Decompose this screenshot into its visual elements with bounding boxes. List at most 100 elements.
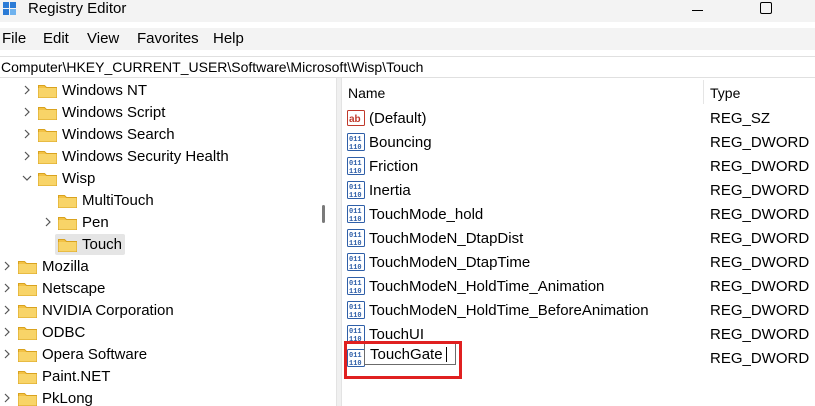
value-row[interactable]: 011 110 TouchModeN_HoldTime_Animation REG_D… [342,274,815,298]
tree-item-touch[interactable]: Touch [0,234,320,256]
chevron-right-icon[interactable] [2,305,12,315]
folder-icon [38,105,57,120]
column-header-type[interactable]: Type [710,85,740,101]
tree-item-label: MultiTouch [82,192,154,209]
value-type: REG_DWORD [710,254,810,271]
value-row[interactable]: ab (Default) REG_SZ [342,106,815,130]
svg-text:011: 011 [349,304,362,312]
folder-icon [38,171,57,186]
tree-item-pklong[interactable]: PkLong [0,388,320,406]
svg-text:011: 011 [349,184,362,192]
string-value-icon: ab [347,109,365,127]
svg-text:011: 011 [349,328,362,336]
menu-file[interactable]: File [2,30,26,48]
value-row[interactable]: 011 110 Bouncing REG_DWORD [342,130,815,154]
tree-item-windows-nt[interactable]: Windows NT [0,80,320,102]
svg-text:011: 011 [349,280,362,288]
chevron-right-icon[interactable] [22,107,32,117]
tree-item-netscape[interactable]: Netscape [0,278,320,300]
chevron-right-icon[interactable] [2,393,12,403]
chevron-down-icon[interactable] [22,173,32,183]
address-bar[interactable]: Computer\HKEY_CURRENT_USER\Software\Micr… [0,56,815,78]
folder-icon [38,127,57,142]
value-type: REG_DWORD [710,134,810,151]
value-type: REG_DWORD [710,206,810,223]
value-type: REG_DWORD [710,182,810,199]
menu-help[interactable]: Help [213,30,244,48]
folder-icon [18,303,37,318]
tree-item-label: Wisp [62,170,96,187]
maximize-button[interactable] [742,0,788,20]
folder-icon [18,259,37,274]
folder-icon [18,281,37,296]
value-type: REG_DWORD [710,158,810,175]
minimize-button[interactable] [675,0,721,20]
svg-text:110: 110 [349,240,362,247]
value-row[interactable]: 011 110 TouchModeN_DtapTime REG_DWORD [342,250,815,274]
value-name: TouchModeN_DtapTime [369,254,531,271]
value-type: REG_DWORD [710,302,810,319]
tree-item-windows-script[interactable]: Windows Script [0,102,320,124]
svg-text:110: 110 [349,288,362,295]
value-row[interactable]: 011 110 TouchModeN_DtapDist REG_DWORD [342,226,815,250]
chevron-right-icon[interactable] [2,261,12,271]
column-header-name[interactable]: Name [348,85,385,101]
binary-value-icon: 011 110 [347,157,365,176]
tree-item-label: Pen [82,214,109,231]
chevron-right-icon[interactable] [22,129,32,139]
chevron-right-icon[interactable] [22,85,32,95]
menu-edit[interactable]: Edit [43,30,69,48]
svg-text:110: 110 [349,216,362,223]
svg-text:110: 110 [349,192,362,199]
chevron-right-icon[interactable] [22,151,32,161]
tree-item-label: Windows Script [62,104,166,121]
tree-item-mozilla[interactable]: Mozilla [0,256,320,278]
svg-text:ab: ab [349,114,361,125]
value-name: Inertia [369,182,411,199]
value-name: TouchMode_hold [369,206,484,223]
column-divider[interactable] [703,80,704,104]
tree-item-label: Opera Software [42,346,148,363]
value-name: Bouncing [369,134,432,151]
value-name: Friction [369,158,419,175]
annotation-highlight-box [344,341,462,379]
svg-text:110: 110 [349,168,362,175]
tree-item-windows-security-health[interactable]: Windows Security Health [0,146,320,168]
binary-value-icon: 011 110 [347,253,365,272]
tree-item-label: Windows NT [62,82,148,99]
tree-item-opera-software[interactable]: Opera Software [0,344,320,366]
binary-value-icon: 011 110 [347,181,365,200]
value-row[interactable]: 011 110 Inertia REG_DWORD [342,178,815,202]
value-type: REG_DWORD [710,278,810,295]
menu-favorites[interactable]: Favorites [137,30,199,48]
chevron-right-icon[interactable] [2,349,12,359]
key-tree-pane[interactable]: Windows NT Windows Script Windows Search Wi… [0,78,336,406]
tree-item-label: Touch [82,236,123,253]
folder-icon [18,347,37,362]
value-row[interactable]: 011 110 TouchMode_hold REG_DWORD [342,202,815,226]
address-path[interactable]: Computer\HKEY_CURRENT_USER\Software\Micr… [1,58,423,76]
tree-scrollbar-thumb[interactable] [322,205,325,223]
value-type: REG_SZ [710,110,771,127]
tree-item-pen[interactable]: Pen [0,212,320,234]
menu-view[interactable]: View [87,30,119,48]
svg-text:110: 110 [349,144,362,151]
chevron-right-icon[interactable] [2,283,12,293]
binary-value-icon: 011 110 [347,229,365,248]
tree-item-wisp[interactable]: Wisp [0,168,320,190]
tree-item-windows-search[interactable]: Windows Search [0,124,320,146]
title-bar: Registry Editor [0,0,815,22]
tree-item-paint-net[interactable]: Paint.NET [0,366,320,388]
value-name: TouchModeN_HoldTime_Animation [369,278,605,295]
chevron-right-icon[interactable] [2,327,12,337]
binary-value-icon: 011 110 [347,301,365,320]
value-name: TouchModeN_DtapDist [369,230,524,247]
tree-item-nvidia-corporation[interactable]: NVIDIA Corporation [0,300,320,322]
value-row[interactable]: 011 110 Friction REG_DWORD [342,154,815,178]
value-row[interactable]: 011 110 TouchModeN_HoldTime_BeforeAnimatio… [342,298,815,322]
svg-text:110: 110 [349,312,362,319]
tree-item-odbc[interactable]: ODBC [0,322,320,344]
chevron-right-icon[interactable] [43,217,53,227]
tree-item-multitouch[interactable]: MultiTouch [0,190,320,212]
binary-value-icon: 011 110 [347,133,365,152]
